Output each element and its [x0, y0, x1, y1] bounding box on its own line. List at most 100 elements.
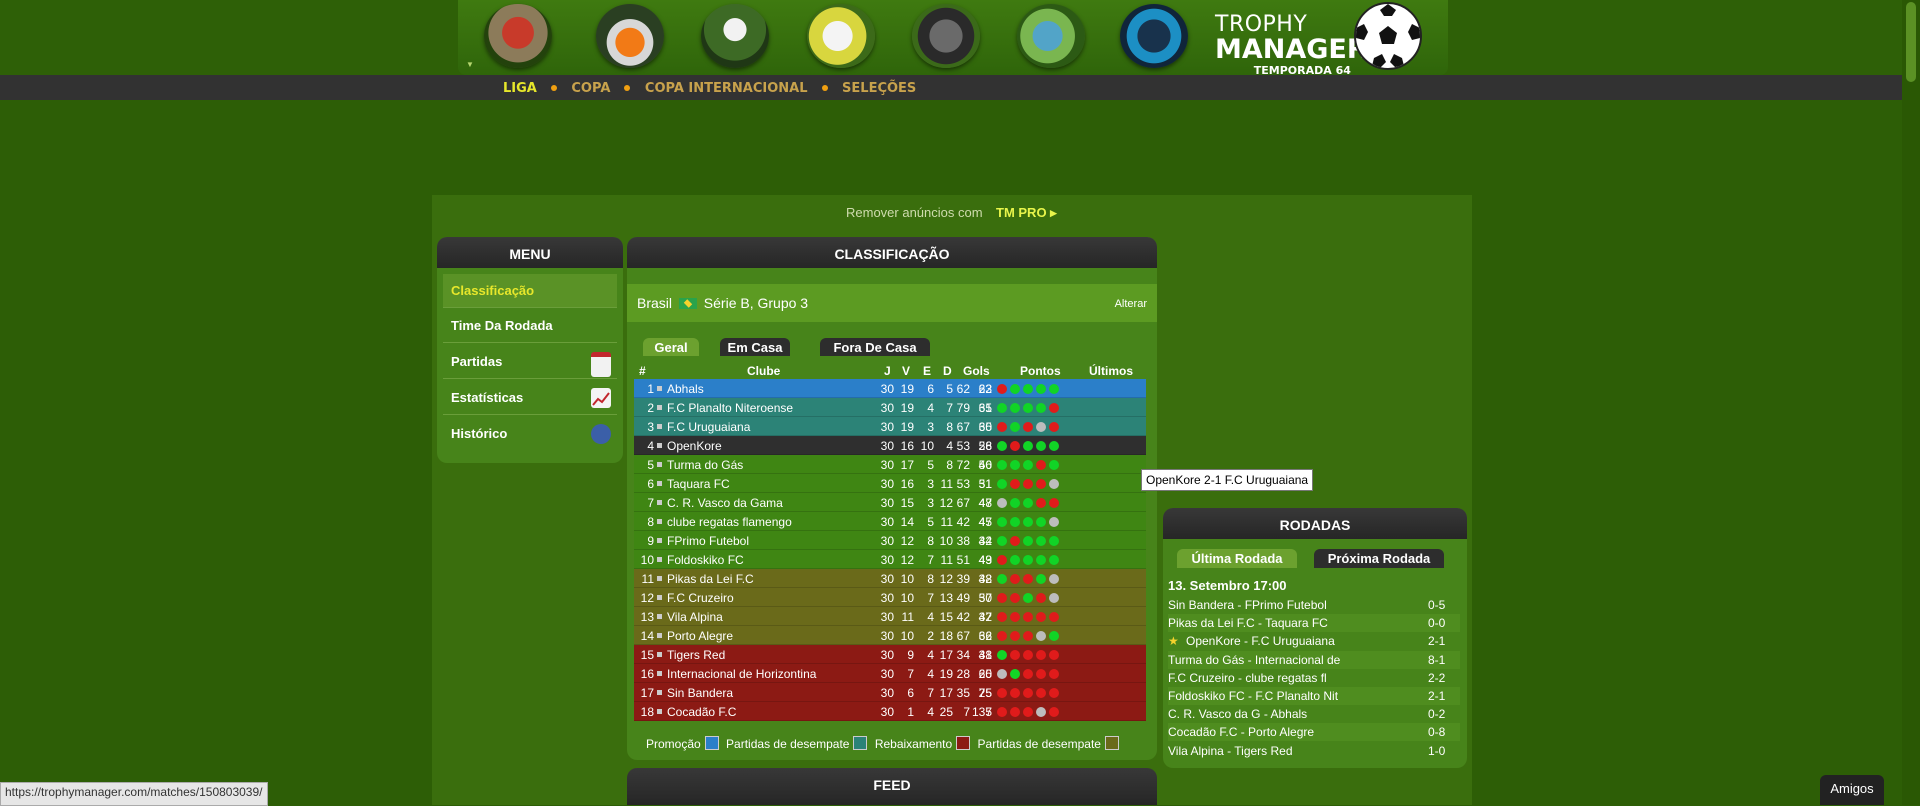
result-dot[interactable] — [1010, 612, 1020, 622]
result-dot[interactable] — [1049, 498, 1059, 508]
result-dot[interactable] — [1036, 403, 1046, 413]
result-dot[interactable] — [1023, 384, 1033, 394]
col-e[interactable]: E — [923, 364, 931, 378]
result-dot[interactable] — [997, 593, 1007, 603]
col-gols[interactable]: Gols — [963, 364, 990, 378]
result-dot[interactable] — [1036, 460, 1046, 470]
tmpro-badge-icon[interactable] — [1120, 4, 1188, 68]
nav-copa-internacional[interactable]: COPA INTERNACIONAL — [645, 81, 808, 96]
table-row[interactable]: 4 OpenKore 30 16 10 4 53 26 58 — [634, 436, 1146, 455]
result-dot[interactable] — [1010, 650, 1020, 660]
result-dot[interactable] — [997, 498, 1007, 508]
result-dot[interactable] — [1036, 707, 1046, 717]
nav-liga[interactable]: LIGA — [503, 81, 537, 96]
result-dot[interactable] — [997, 650, 1007, 660]
result-dot[interactable] — [997, 403, 1007, 413]
result-dot[interactable] — [1049, 517, 1059, 527]
club-name[interactable]: clube regatas flamengo — [667, 515, 792, 529]
tab-fora-de-casa[interactable]: Fora De Casa — [820, 338, 930, 356]
club-name[interactable]: Internacional de Horizontina — [667, 667, 816, 681]
result-dot[interactable] — [1036, 669, 1046, 679]
result-dot[interactable] — [1023, 498, 1033, 508]
result-dot[interactable] — [1010, 384, 1020, 394]
match-score[interactable]: 0-8 — [1428, 725, 1445, 739]
result-dot[interactable] — [1049, 650, 1059, 660]
col-ultimos[interactable]: Últimos — [1089, 364, 1133, 378]
result-dot[interactable] — [1049, 403, 1059, 413]
match-score[interactable]: 8-1 — [1428, 653, 1445, 667]
result-dot[interactable] — [997, 688, 1007, 698]
result-dot[interactable] — [1023, 517, 1033, 527]
result-dot[interactable] — [997, 612, 1007, 622]
expand-arrow-icon[interactable]: ▼ — [466, 60, 474, 69]
result-dot[interactable] — [997, 479, 1007, 489]
club-name[interactable]: Foldoskiko FC — [667, 553, 744, 567]
club-name[interactable]: Porto Alegre — [667, 629, 733, 643]
menu-item-time-da-rodada[interactable]: Time Da Rodada — [443, 309, 617, 343]
result-dot[interactable] — [1010, 403, 1020, 413]
result-dot[interactable] — [1036, 574, 1046, 584]
result-dot[interactable] — [1023, 479, 1033, 489]
result-dot[interactable] — [1049, 479, 1059, 489]
result-dot[interactable] — [1049, 612, 1059, 622]
result-dot[interactable] — [1010, 631, 1020, 641]
result-dot[interactable] — [1049, 384, 1059, 394]
result-dot[interactable] — [1049, 631, 1059, 641]
result-dot[interactable] — [997, 574, 1007, 584]
scrollbar-thumb[interactable] — [1906, 2, 1916, 82]
result-dot[interactable] — [1049, 574, 1059, 584]
result-dot[interactable] — [1023, 631, 1033, 641]
result-dot[interactable] — [1010, 498, 1020, 508]
club-name[interactable]: C. R. Vasco da Gama — [667, 496, 783, 510]
result-dot[interactable] — [1049, 707, 1059, 717]
match-row[interactable]: ★ OpenKore - F.C Uruguaiana 2-1 — [1168, 632, 1460, 651]
result-dot[interactable] — [997, 422, 1007, 432]
nav-copa[interactable]: COPA — [571, 81, 610, 96]
player-icon[interactable] — [701, 4, 769, 68]
club-name[interactable]: F.C Uruguaiana — [667, 420, 750, 434]
club-name[interactable]: Sin Bandera — [667, 686, 733, 700]
result-dot[interactable] — [1023, 574, 1033, 584]
match-score[interactable]: 2-2 — [1428, 671, 1445, 685]
club-name[interactable]: Abhals — [667, 382, 704, 396]
result-dot[interactable] — [1010, 517, 1020, 527]
table-row[interactable]: 5 Turma do Gás 30 17 5 8 72 40 56 — [634, 455, 1146, 474]
result-dot[interactable] — [1036, 498, 1046, 508]
tab-em-casa[interactable]: Em Casa — [720, 338, 790, 356]
result-dot[interactable] — [1023, 612, 1033, 622]
match-row[interactable]: Sin Bandera - FPrimo Futebol 0-5 — [1168, 596, 1460, 614]
result-dot[interactable] — [1010, 688, 1020, 698]
result-dot[interactable] — [1023, 441, 1033, 451]
table-row[interactable]: 3 F.C Uruguaiana 30 19 3 8 67 35 60 — [634, 417, 1146, 436]
result-dot[interactable] — [1010, 422, 1020, 432]
menu-item-classificacao[interactable]: Classificação — [443, 274, 617, 308]
tab-geral[interactable]: Geral — [643, 338, 699, 356]
club-name[interactable]: Tigers Red — [667, 648, 725, 662]
col-d[interactable]: D — [943, 364, 952, 378]
result-dot[interactable] — [997, 536, 1007, 546]
table-row[interactable]: 13 Vila Alpina 30 11 4 15 42 42 37 — [634, 607, 1146, 626]
tm-pro-link[interactable]: TM PRO ▸ — [996, 205, 1057, 221]
menu-item-partidas[interactable]: Partidas — [443, 345, 617, 379]
table-row[interactable]: 1 Abhals 30 19 6 5 62 22 63 — [634, 379, 1146, 398]
match-score[interactable]: 2-1 — [1428, 634, 1445, 648]
table-row[interactable]: 16 Internacional de Horizontina 30 7 4 19 28 60… — [634, 664, 1146, 683]
match-teams[interactable]: OpenKore - F.C Uruguaiana — [1186, 634, 1335, 648]
match-row[interactable]: Vila Alpina - Tigers Red 1-0 — [1168, 741, 1460, 760]
result-dot[interactable] — [1036, 441, 1046, 451]
trophy-manager-logo[interactable]: TROPHY MANAGER TEMPORADA 64 — [1215, 14, 1368, 77]
club-name[interactable]: F.C Planalto Niteroense — [667, 401, 793, 415]
table-row[interactable]: 15 Tigers Red 30 9 4 17 34 48 31 — [634, 645, 1146, 664]
result-dot[interactable] — [1049, 593, 1059, 603]
result-dot[interactable] — [1049, 441, 1059, 451]
result-dot[interactable] — [997, 631, 1007, 641]
result-dot[interactable] — [1023, 403, 1033, 413]
club-name[interactable]: Taquara FC — [667, 477, 730, 491]
result-dot[interactable] — [1036, 631, 1046, 641]
club-name[interactable]: Cocadão F.C — [667, 705, 736, 719]
result-dot[interactable] — [1023, 688, 1033, 698]
club-name[interactable]: Turma do Gás — [667, 458, 743, 472]
match-score[interactable]: 1-0 — [1428, 744, 1445, 758]
result-dot[interactable] — [1036, 688, 1046, 698]
match-teams[interactable]: C. R. Vasco da G - Abhals — [1168, 707, 1307, 721]
